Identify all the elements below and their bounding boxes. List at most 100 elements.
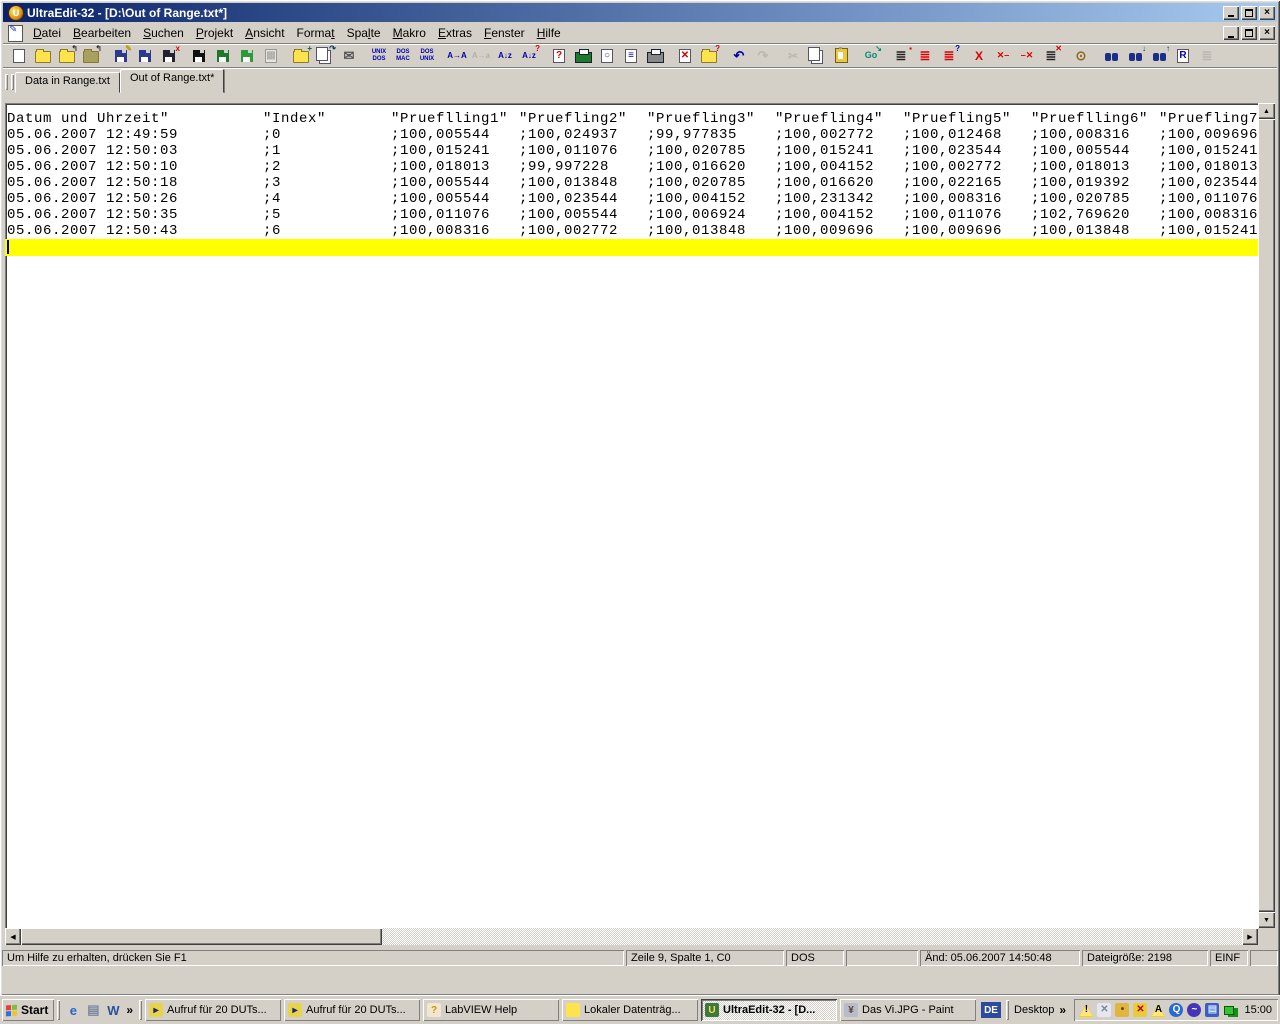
warning-a-icon[interactable]: A <box>1150 1002 1166 1018</box>
open-recent-icon[interactable]: ? <box>697 45 721 66</box>
menu-item-projekt[interactable]: Projekt <box>190 23 239 43</box>
print-all-icon[interactable] <box>643 45 667 66</box>
task-button-aufruf-f-r-20-duts[interactable]: ▸ Aufruf für 20 DUTs... <box>145 999 281 1021</box>
open-file-icon[interactable] <box>31 45 55 66</box>
horizontal-scroll-thumb[interactable] <box>21 928 382 945</box>
desktop-band-chevron[interactable]: » <box>1056 1003 1069 1017</box>
to-uppercase-icon[interactable]: A→A <box>445 45 469 66</box>
close-file-icon[interactable]: ↰ <box>55 45 79 66</box>
scroll-down-button[interactable]: ▼ <box>1258 912 1275 928</box>
copy-icon[interactable] <box>805 45 829 66</box>
editor-viewport[interactable]: Datum und Uhrzeit" "Index" "Prueflling1" "P… <box>5 103 1258 928</box>
cut-icon[interactable]: ✂ <box>781 45 805 66</box>
desktop-band-label[interactable]: Desktop <box>1014 1004 1054 1016</box>
vertical-scroll-thumb[interactable] <box>1258 119 1275 912</box>
display-settings-icon[interactable]: ▤ <box>1204 1002 1220 1018</box>
wave-device-icon[interactable]: ~ <box>1186 1002 1202 1018</box>
task-button-ultraedit-32-d[interactable]: U UltraEdit-32 - [D... <box>701 999 838 1021</box>
to-lowercase-icon[interactable]: A→a <box>469 45 493 66</box>
task-button-aufruf-f-r-20-duts[interactable]: ▸ Aufruf für 20 DUTs... <box>284 999 420 1021</box>
minimize-button[interactable] <box>1223 5 1239 20</box>
redo-icon[interactable]: ↷ <box>751 45 775 66</box>
quick-launch-chevron[interactable]: » <box>123 1003 136 1017</box>
menu-item-bearbeiten[interactable]: Bearbeiten <box>67 23 137 43</box>
menu-item-format[interactable]: Format <box>291 23 341 43</box>
menu-item-suchen[interactable]: Suchen <box>137 23 190 43</box>
menu-item-datei[interactable]: Datei <box>27 23 67 43</box>
close-all-files-icon[interactable]: ↰ <box>79 45 103 66</box>
favorites-folder-icon[interactable]: + <box>289 45 313 66</box>
menu-item-hilfe[interactable]: Hilfe <box>531 23 567 43</box>
restore-button[interactable] <box>1241 5 1257 20</box>
task-button-labview-help[interactable]: ? LabVIEW Help <box>423 999 559 1021</box>
vertical-scrollbar[interactable]: ▲ ▼ <box>1258 103 1275 928</box>
scroll-right-button[interactable]: ▶ <box>1242 928 1258 945</box>
toolbar-gripper[interactable] <box>11 74 14 90</box>
tab-out-of-range-txt[interactable]: Out of Range.txt* <box>120 69 225 93</box>
quicktime-icon[interactable]: Q <box>1168 1002 1184 1018</box>
dos-to-unix-icon[interactable]: DOS UNIX <box>415 45 439 66</box>
save-copy-icon[interactable] <box>235 45 259 66</box>
paragraph-setup-icon[interactable]: ≣? <box>937 45 961 66</box>
ftp-open-icon[interactable]: ✎ <box>109 45 133 66</box>
save-all-icon[interactable] <box>211 45 235 66</box>
menu-item-spalte[interactable]: Spalte <box>341 23 387 43</box>
task-button-das-vi-jpg-paint[interactable]: ¥ Das Vi.JPG - Paint <box>840 999 976 1021</box>
spell-check-icon[interactable]: ? <box>547 45 571 66</box>
start-button[interactable]: Start <box>2 999 54 1021</box>
audio-error-icon[interactable]: ✕ <box>1132 1002 1148 1018</box>
tab-data-in-range-txt[interactable]: Data in Range.txt <box>15 72 120 93</box>
align-center-icon[interactable]: ≣ <box>913 45 937 66</box>
menu-item-makro[interactable]: Makro <box>387 23 432 43</box>
find-icon[interactable] <box>1099 45 1123 66</box>
document-icon[interactable]: ✎ <box>8 24 23 42</box>
print-icon[interactable] <box>571 45 595 66</box>
dos-to-mac-icon[interactable]: DOS MAC <box>391 45 415 66</box>
menu-item-extras[interactable]: Extras <box>432 23 478 43</box>
new-file-icon[interactable] <box>7 45 31 66</box>
child-close-button[interactable]: × <box>1259 26 1275 40</box>
print-preview-icon[interactable]: ○ <box>595 45 619 66</box>
internet-explorer-icon[interactable]: e <box>63 1000 83 1020</box>
ftp-save-icon[interactable] <box>133 45 157 66</box>
warning-triangle-icon[interactable]: ! <box>1078 1002 1094 1018</box>
task-button-lokaler-datentr-g[interactable]: Lokaler Datenträg... <box>562 999 698 1021</box>
taskbar-clock[interactable]: 15:00 <box>1240 1004 1272 1016</box>
send-mail-icon[interactable]: ✉ <box>337 45 361 66</box>
menu-item-ansicht[interactable]: Ansicht <box>239 23 290 43</box>
goto-icon[interactable]: Go ↘ <box>859 45 883 66</box>
application-icon[interactable]: ▤ <box>83 1000 103 1020</box>
delete-line-icon[interactable]: ≣ ✕ <box>1039 45 1063 66</box>
delete-to-eol-icon[interactable]: ✕– <box>991 45 1015 66</box>
replace-icon[interactable]: R <box>1171 45 1195 66</box>
child-restore-button[interactable] <box>1241 26 1257 40</box>
find-next-icon[interactable]: ↓ <box>1123 45 1147 66</box>
unix-to-dos-icon[interactable]: UNIX DOS <box>367 45 391 66</box>
reformat-paragraph-icon[interactable]: ≣ ▪ <box>889 45 913 66</box>
sort-ascending-icon[interactable]: A↓z <box>493 45 517 66</box>
toolbar-gripper[interactable] <box>5 74 8 90</box>
find-prev-icon[interactable]: ↑ <box>1147 45 1171 66</box>
delete-to-sol-icon[interactable]: –✕ <box>1015 45 1039 66</box>
delete-file-icon[interactable]: ✕ <box>673 45 697 66</box>
lock-icon[interactable]: • <box>1114 1002 1130 1018</box>
word-icon[interactable]: W <box>103 1000 123 1020</box>
revert-file-icon[interactable]: ▦ <box>259 45 283 66</box>
horizontal-scrollbar[interactable]: ◀ ▶ <box>5 928 1258 945</box>
save-icon[interactable] <box>187 45 211 66</box>
save-close-icon[interactable]: x <box>157 45 181 66</box>
scroll-up-button[interactable]: ▲ <box>1258 103 1275 119</box>
scroll-left-button[interactable]: ◀ <box>5 928 21 945</box>
network-monitors-icon[interactable] <box>1222 1002 1238 1018</box>
language-indicator[interactable]: DE <box>981 1002 1002 1018</box>
usb-unplug-icon[interactable]: ✕ <box>1096 1002 1112 1018</box>
page-setup-icon[interactable]: ≡ <box>619 45 643 66</box>
delete-text-icon[interactable]: X <box>967 45 991 66</box>
copy-file-icon[interactable]: ↷ <box>313 45 337 66</box>
insert-time-date-icon[interactable]: ⊙ <box>1069 45 1093 66</box>
child-minimize-button[interactable] <box>1223 26 1239 40</box>
sort-options-icon[interactable]: A↓z? <box>517 45 541 66</box>
paste-icon[interactable] <box>829 45 853 66</box>
column-mode-icon[interactable]: ≣ <box>1195 45 1219 66</box>
undo-icon[interactable]: ↶ <box>727 45 751 66</box>
